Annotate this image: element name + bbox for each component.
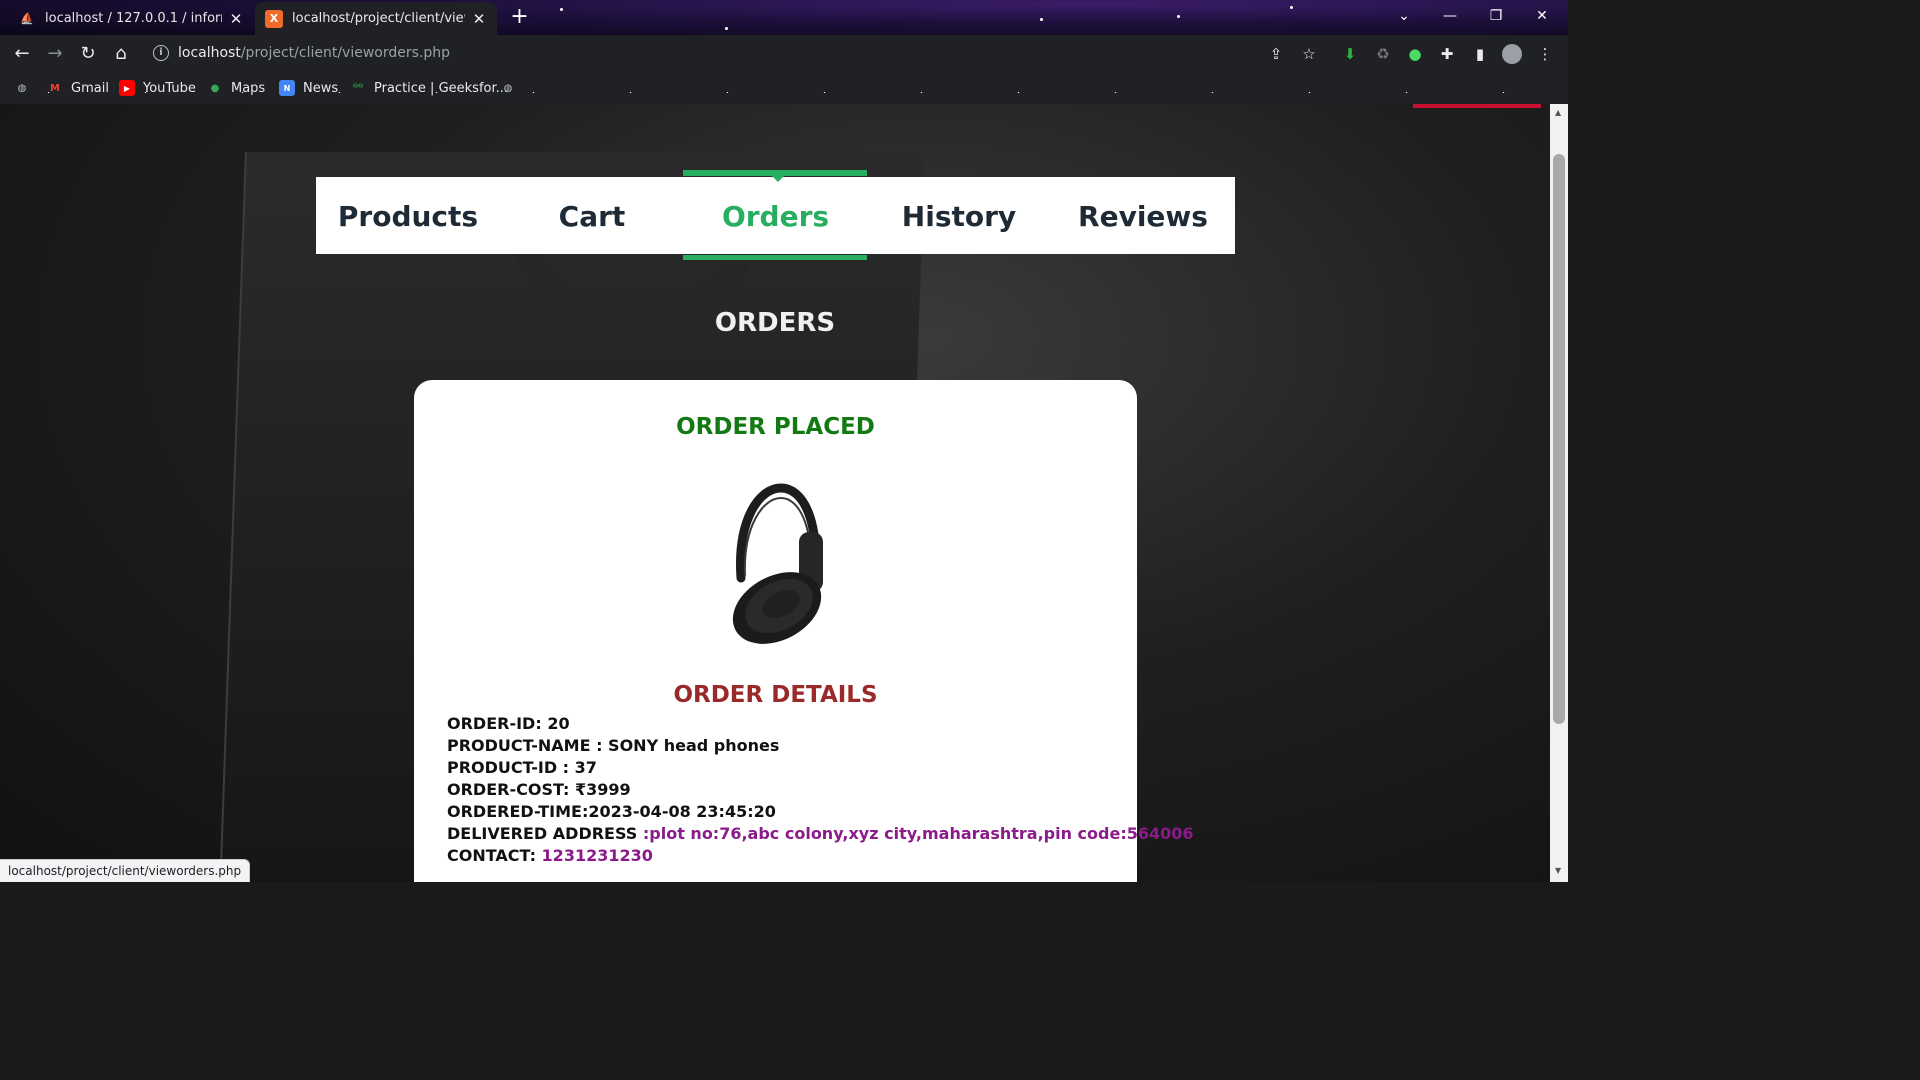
ordered-time-value: 2023-04-08 23:45:20 (588, 802, 776, 821)
order-card: ORDER PLACED ORDER DETAILS ORDER-ID: 20 … (414, 380, 1194, 882)
side-panel-icon[interactable]: ▮ (1470, 44, 1490, 64)
browser-titlebar: ⛵ localhost / 127.0.0.1 / information ✕ … (0, 0, 1568, 35)
tab-search-icon[interactable]: ⌄ (1381, 0, 1427, 33)
tab-phpmyadmin[interactable]: ⛵ localhost / 127.0.0.1 / information ✕ (8, 2, 254, 35)
globe-icon: ◍ (17, 82, 27, 94)
order-id-value: 20 (547, 714, 570, 733)
restore-button[interactable]: ❐ (1473, 0, 1519, 33)
bookmark-globe-icon[interactable]: ◍ (14, 78, 38, 98)
product-name-row: PRODUCT-NAME : SONY head phones (447, 736, 779, 755)
nav-cart[interactable]: Cart (500, 177, 684, 254)
bookmark-news[interactable]: N News (279, 78, 338, 98)
delivered-address-row: DELIVERED ADDRESS :plot no:76,abc colony… (447, 824, 1194, 843)
gmail-icon: M (50, 82, 60, 94)
forward-button[interactable]: → (41, 40, 69, 68)
maps-pin-icon: ● (210, 82, 220, 94)
youtube-icon: ▶ (119, 80, 135, 96)
nav-reviews[interactable]: Reviews (1051, 177, 1235, 254)
delivered-address-label: DELIVERED ADDRESS (447, 824, 643, 843)
ordered-time-row: ORDERED-TIME:2023-04-08 23:45:20 (447, 802, 776, 821)
main-nav: Products Cart Orders History Reviews (316, 177, 1235, 254)
browser-toolbar: ← → ↻ ⌂ i localhost/project/client/viewo… (0, 35, 1568, 72)
scroll-down-arrow-icon[interactable]: ▼ (1555, 866, 1563, 875)
contact-label: CONTACT: (447, 846, 536, 865)
close-tab-icon[interactable]: ✕ (471, 11, 487, 27)
page-viewport: Products Cart Orders History Reviews ORD… (0, 104, 1550, 882)
recycle-extension-icon[interactable]: ♻ (1373, 44, 1393, 64)
bookmark-globe-icon[interactable]: ◍ (500, 78, 524, 98)
bookmarks-bar: ◍ M Gmail ▶ YouTube ● Maps N News ᴳᴳ Practice… (0, 72, 1568, 104)
bookmark-star-icon[interactable]: ☆ (1299, 44, 1319, 64)
tab-vieworders[interactable]: X localhost/project/client/vieworders.ph… (255, 2, 497, 35)
xampp-icon: X (265, 9, 283, 28)
scrollbar-thumb[interactable] (1553, 154, 1565, 724)
download-extension-icon[interactable]: ⬇ (1340, 44, 1360, 64)
product-name-label: PRODUCT-NAME : (447, 736, 603, 755)
profile-avatar[interactable] (1502, 44, 1522, 64)
ordered-time-label: ORDERED-TIME: (447, 802, 589, 821)
minimize-button[interactable]: — (1427, 0, 1473, 33)
extension-icon[interactable]: ● (1405, 44, 1425, 64)
order-cost-value: ₹3999 (574, 780, 631, 799)
home-button[interactable]: ⌂ (107, 40, 135, 68)
link-status-bubble: localhost/project/client/vieworders.php (0, 859, 251, 882)
nav-products[interactable]: Products (316, 177, 500, 254)
bookmark-label: News (303, 80, 339, 96)
product-id-label: PRODUCT-ID : (447, 758, 570, 777)
menu-kebab-icon[interactable]: ⋮ (1535, 44, 1555, 64)
background-star (725, 27, 728, 30)
bookmark-gmail[interactable]: M Gmail (47, 78, 109, 98)
url-text: localhost/project/client/vieworders.php (178, 45, 450, 61)
nav-orders[interactable]: Orders (684, 177, 867, 254)
contact-value: 1231231230 (541, 846, 653, 865)
globe-icon: ◍ (503, 82, 513, 94)
tab-title: localhost / 127.0.0.1 / information (45, 11, 222, 26)
bookmark-label: YouTube (143, 80, 196, 96)
background-star (1177, 15, 1180, 18)
bookmark-label: Practice | Geeksfor... (374, 80, 509, 96)
contact-row: CONTACT: 1231231230 (447, 846, 653, 865)
new-tab-button[interactable]: + (506, 5, 533, 30)
order-details-title: ORDER DETAILS (673, 682, 878, 708)
page-title: ORDERS (714, 308, 836, 338)
order-cost-row: ORDER-COST: ₹3999 (447, 780, 631, 799)
product-id-value: 37 (574, 758, 597, 777)
product-id-row: PRODUCT-ID : 37 (447, 758, 597, 777)
nav-active-caret (772, 176, 784, 182)
bookmark-label: Maps (231, 80, 266, 96)
site-info-icon[interactable]: i (153, 45, 169, 61)
extensions-puzzle-icon[interactable]: ✚ (1437, 44, 1457, 64)
geeksforgeeks-icon: ᴳᴳ (352, 82, 364, 94)
top-right-red-bar (1413, 104, 1541, 108)
share-icon[interactable]: ⇪ (1266, 44, 1286, 64)
bookmark-maps[interactable]: ● Maps (207, 78, 266, 98)
back-button[interactable]: ← (8, 40, 36, 68)
close-window-button[interactable]: ✕ (1519, 0, 1565, 33)
bookmark-geeksforgeeks[interactable]: ᴳᴳ Practice | Geeksfor... (350, 78, 508, 98)
background-star (1040, 18, 1043, 21)
headphones-product-image (732, 483, 823, 644)
order-id-row: ORDER-ID: 20 (447, 714, 570, 733)
close-tab-icon[interactable]: ✕ (228, 11, 244, 27)
order-status: ORDER PLACED (676, 414, 875, 440)
delivered-address-value: :plot no:76,abc colony,xyz city,maharash… (642, 824, 1194, 843)
nav-active-indicator-bottom (683, 255, 867, 260)
background-star (560, 8, 563, 11)
product-name-value: SONY head phones (608, 736, 780, 755)
news-icon: N (279, 80, 295, 96)
order-cost-label: ORDER-COST: (447, 780, 570, 799)
reload-button[interactable]: ↻ (74, 40, 102, 68)
background-star (1290, 6, 1293, 9)
order-id-label: ORDER-ID: (447, 714, 542, 733)
scroll-up-arrow-icon[interactable]: ▲ (1555, 108, 1563, 117)
bookmark-youtube[interactable]: ▶ YouTube (119, 78, 196, 98)
page-scrollbar[interactable]: ▲ ▼ (1550, 104, 1568, 882)
phpmyadmin-icon: ⛵ (20, 12, 34, 25)
tab-title: localhost/project/client/vieworders.php (292, 11, 465, 26)
bookmark-label: Gmail (71, 80, 109, 96)
nav-history[interactable]: History (867, 177, 1051, 254)
address-bar[interactable]: i localhost/project/client/vieworders.ph… (144, 39, 1327, 69)
